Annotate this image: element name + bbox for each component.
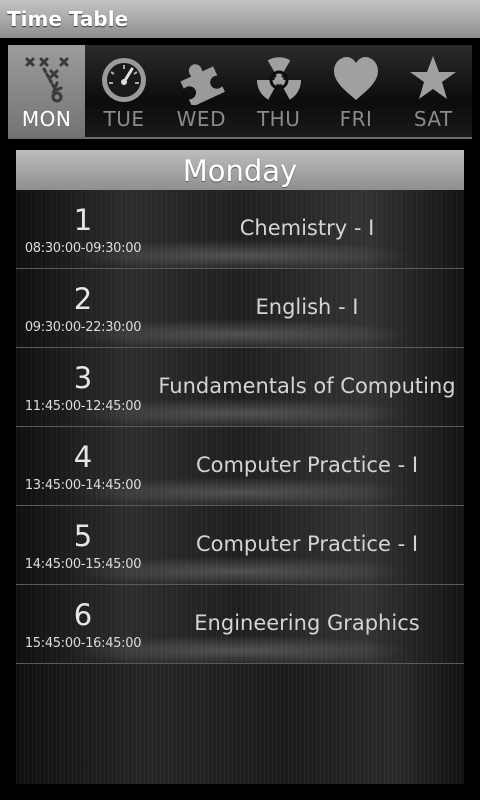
period-subject: English - I [255, 295, 359, 319]
period-subject: Computer Practice - I [195, 532, 419, 556]
tab-label: MON [21, 107, 72, 131]
gauge-icon [101, 58, 146, 102]
app-title-bar: Time Table [0, 0, 480, 38]
tab-label: WED [176, 107, 226, 131]
star-icon [410, 56, 457, 99]
period-subject: Chemistry - I [239, 216, 375, 240]
tab-label: FRI [339, 107, 373, 131]
tab-wed[interactable]: WED [163, 45, 240, 139]
timetable-panel: Monday 1 08:30:00-09:30:00 Chemistry - I… [16, 150, 464, 784]
period-row[interactable]: 6 15:45:00-16:45:00 Engineering Graphics [16, 585, 464, 664]
day-tab-bar: MON TUE WED THU FRI SAT [8, 45, 472, 139]
period-row[interactable]: 2 09:30:00-22:30:00 English - I [16, 269, 464, 348]
heart-icon [333, 57, 378, 100]
period-subject: Computer Practice - I [195, 453, 419, 477]
period-list[interactable]: 1 08:30:00-09:30:00 Chemistry - I 2 09:3… [16, 190, 464, 664]
tab-mon[interactable]: MON [8, 45, 86, 139]
tab-thu[interactable]: THU [240, 45, 317, 139]
period-number: 1 [73, 203, 93, 237]
period-number: 5 [73, 519, 93, 553]
period-time: 14:45:00-15:45:00 [24, 557, 142, 572]
period-subject: Engineering Graphics [194, 611, 420, 635]
period-subject: Fundamentals of Computing [158, 374, 456, 398]
radiation-icon [256, 57, 301, 100]
tab-label: SAT [413, 107, 453, 131]
period-row[interactable]: 4 13:45:00-14:45:00 Computer Practice - … [16, 427, 464, 506]
tab-bar-divider [8, 137, 472, 139]
period-row[interactable]: 3 11:45:00-12:45:00 Fundamentals of Comp… [16, 348, 464, 427]
tab-sat[interactable]: SAT [395, 45, 472, 139]
puzzle-icon [180, 64, 226, 105]
period-row[interactable]: 5 14:45:00-15:45:00 Computer Practice - … [16, 506, 464, 585]
period-number: 3 [73, 361, 93, 395]
day-header: Monday [16, 150, 464, 190]
tab-fri[interactable]: FRI [317, 45, 394, 139]
tab-label: THU [256, 107, 301, 131]
period-number: 4 [73, 440, 93, 474]
period-time: 09:30:00-22:30:00 [24, 320, 142, 335]
playbook-icon [25, 57, 69, 103]
period-time: 13:45:00-14:45:00 [24, 478, 142, 493]
period-time: 08:30:00-09:30:00 [24, 241, 142, 256]
period-number: 2 [73, 282, 93, 316]
period-number: 6 [73, 598, 93, 632]
period-time: 11:45:00-12:45:00 [24, 399, 142, 414]
app-title: Time Table [7, 7, 129, 31]
tab-label: TUE [103, 107, 145, 131]
period-time: 15:45:00-16:45:00 [24, 636, 142, 651]
period-row[interactable]: 1 08:30:00-09:30:00 Chemistry - I [16, 190, 464, 269]
tab-tue[interactable]: TUE [85, 45, 162, 139]
